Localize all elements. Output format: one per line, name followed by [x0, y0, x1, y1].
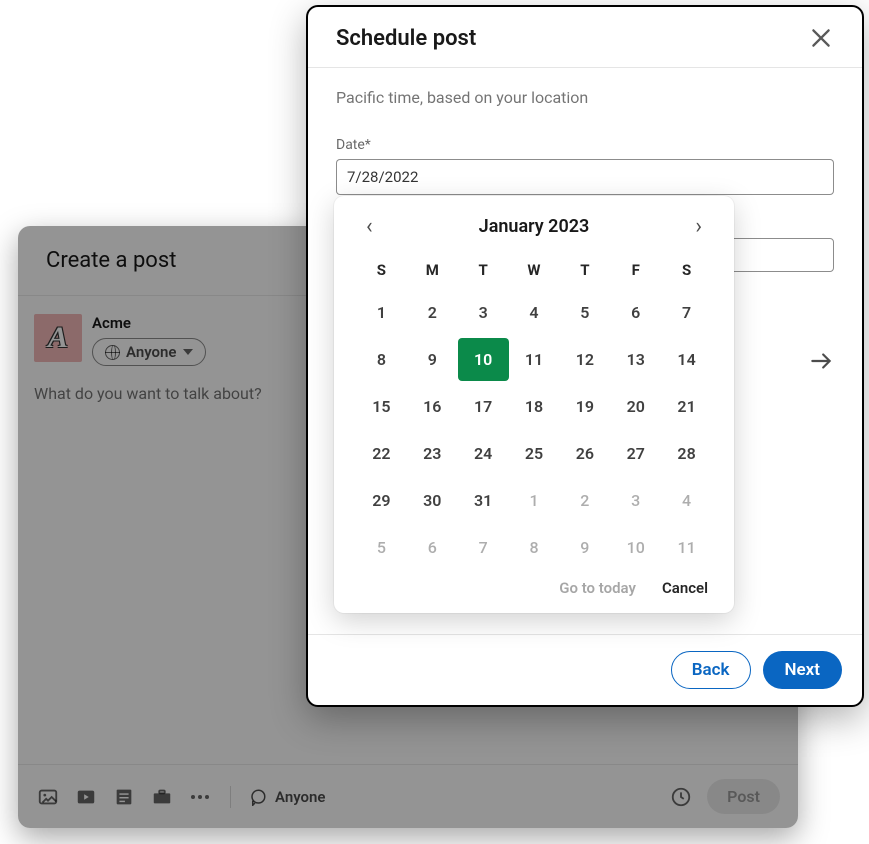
- calendar-day[interactable]: 21: [661, 385, 712, 428]
- prev-month-button[interactable]: ‹: [356, 214, 383, 239]
- calendar-day[interactable]: 24: [458, 432, 509, 475]
- calendar-day[interactable]: 29: [356, 479, 407, 522]
- back-button[interactable]: Back: [671, 651, 751, 689]
- calendar-day[interactable]: 12: [559, 338, 610, 381]
- calendar-day[interactable]: 1: [509, 479, 560, 522]
- calendar-day[interactable]: 4: [509, 291, 560, 334]
- calendar-day[interactable]: 11: [509, 338, 560, 381]
- dow-header: F: [610, 253, 661, 287]
- calendar-day[interactable]: 22: [356, 432, 407, 475]
- dow-header: T: [559, 253, 610, 287]
- cancel-datepicker[interactable]: Cancel: [662, 579, 708, 597]
- calendar-day[interactable]: 15: [356, 385, 407, 428]
- calendar-day[interactable]: 5: [559, 291, 610, 334]
- calendar-day[interactable]: 13: [610, 338, 661, 381]
- calendar-day[interactable]: 6: [610, 291, 661, 334]
- calendar-day[interactable]: 11: [661, 526, 712, 569]
- calendar-day[interactable]: 3: [610, 479, 661, 522]
- calendar-day[interactable]: 8: [509, 526, 560, 569]
- calendar-day[interactable]: 19: [559, 385, 610, 428]
- calendar-day[interactable]: 20: [610, 385, 661, 428]
- dow-header: W: [509, 253, 560, 287]
- calendar-day[interactable]: 7: [661, 291, 712, 334]
- schedule-title: Schedule post: [336, 26, 476, 51]
- next-button[interactable]: Next: [763, 651, 843, 689]
- date-label: Date*: [336, 137, 834, 153]
- calendar-day[interactable]: 25: [509, 432, 560, 475]
- calendar-day[interactable]: 2: [407, 291, 458, 334]
- dow-header: M: [407, 253, 458, 287]
- month-label: January 2023: [479, 216, 590, 237]
- calendar-day[interactable]: 6: [407, 526, 458, 569]
- calendar-day[interactable]: 27: [610, 432, 661, 475]
- calendar-day[interactable]: 28: [661, 432, 712, 475]
- calendar-grid: SMTWTFS123456789101112131415161718192021…: [356, 253, 712, 569]
- dow-header: T: [458, 253, 509, 287]
- dow-header: S: [661, 253, 712, 287]
- calendar-day[interactable]: 7: [458, 526, 509, 569]
- arrow-right-icon[interactable]: [808, 348, 834, 374]
- date-input[interactable]: [336, 159, 834, 195]
- calendar-day[interactable]: 14: [661, 338, 712, 381]
- calendar-day[interactable]: 23: [407, 432, 458, 475]
- calendar-day[interactable]: 26: [559, 432, 610, 475]
- calendar-day[interactable]: 4: [661, 479, 712, 522]
- calendar-day[interactable]: 2: [559, 479, 610, 522]
- close-icon[interactable]: [808, 25, 834, 51]
- calendar-day[interactable]: 17: [458, 385, 509, 428]
- calendar-day[interactable]: 9: [559, 526, 610, 569]
- calendar-day[interactable]: 9: [407, 338, 458, 381]
- calendar-day-selected[interactable]: 10: [458, 338, 509, 381]
- calendar-day[interactable]: 18: [509, 385, 560, 428]
- calendar-day[interactable]: 8: [356, 338, 407, 381]
- timezone-note: Pacific time, based on your location: [336, 88, 834, 107]
- calendar-day[interactable]: 31: [458, 479, 509, 522]
- date-picker: ‹ January 2023 › SMTWTFS1234567891011121…: [334, 196, 734, 613]
- calendar-day[interactable]: 30: [407, 479, 458, 522]
- calendar-day[interactable]: 1: [356, 291, 407, 334]
- go-to-today[interactable]: Go to today: [559, 579, 636, 597]
- calendar-day[interactable]: 3: [458, 291, 509, 334]
- dow-header: S: [356, 253, 407, 287]
- next-month-button[interactable]: ›: [685, 214, 712, 239]
- calendar-day[interactable]: 5: [356, 526, 407, 569]
- calendar-day[interactable]: 10: [610, 526, 661, 569]
- calendar-day[interactable]: 16: [407, 385, 458, 428]
